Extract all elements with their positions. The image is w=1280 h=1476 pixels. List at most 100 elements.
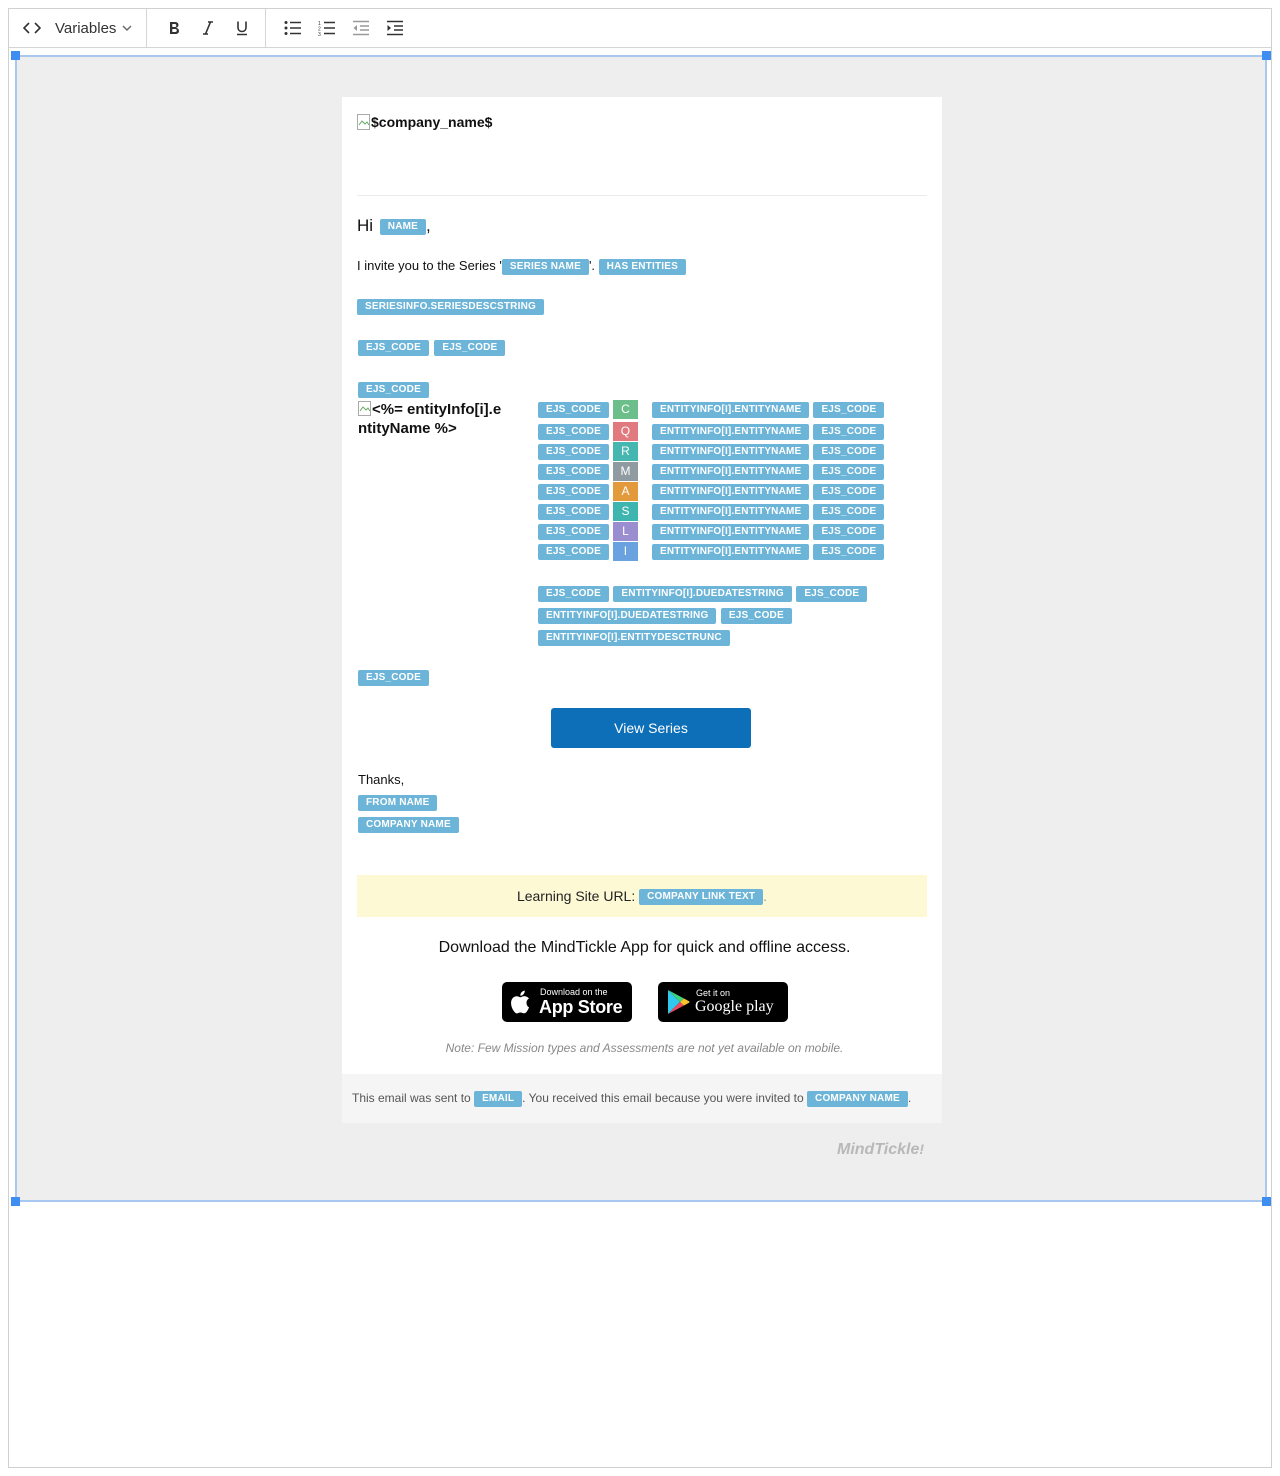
thanks-text: Thanks,: [358, 772, 405, 787]
email-footer: This email was sent to EMAIL. You receiv…: [342, 1074, 942, 1123]
bullet-list-icon: [284, 21, 302, 35]
greeting-suffix: ,: [426, 216, 431, 235]
ejs-code-row: EJS_CODE EJS_CODE: [358, 339, 506, 357]
mindtickle-logo: MindTickle!: [837, 1141, 924, 1159]
ejs-code-variable[interactable]: EJS_CODE: [813, 443, 885, 460]
ejs-code-variable[interactable]: EJS_CODE: [358, 339, 429, 356]
entity-row: EJS_CODE R ENTITYINFO[I].ENTITYNAME EJS_COD…: [538, 442, 885, 461]
bullet-list-button[interactable]: [278, 13, 308, 43]
entity-name-variable[interactable]: ENTITYINFO[I].ENTITYNAME: [651, 423, 810, 440]
google-play-big-text: Google play: [695, 998, 774, 1015]
invite-prefix: I invite you to the Series ': [357, 258, 502, 273]
entity-type-badge: R: [612, 442, 638, 461]
ejs-code-variable[interactable]: EJS_CODE: [538, 585, 609, 602]
numbered-list-button[interactable]: 123: [312, 13, 342, 43]
ejs-code-variable[interactable]: EJS_CODE: [434, 339, 506, 356]
view-series-button[interactable]: View Series: [551, 708, 751, 748]
company-logo-alt: $company_name$: [371, 114, 493, 130]
google-play-button[interactable]: Get it on Google play: [658, 982, 788, 1022]
learning-site-label: Learning Site URL:: [516, 888, 636, 904]
name-variable[interactable]: NAME: [379, 218, 427, 235]
entity-row: EJS_CODE L ENTITYINFO[I].ENTITYNAME EJS_COD…: [538, 522, 885, 541]
bold-button[interactable]: [159, 13, 189, 43]
has-entities-variable[interactable]: HAS ENTITIES: [598, 258, 686, 275]
entity-name-variable[interactable]: ENTITYINFO[I].ENTITYNAME: [651, 443, 810, 460]
greeting-prefix: Hi: [357, 216, 374, 235]
toolbar-divider: [146, 9, 148, 47]
ejs-code-variable[interactable]: EJS_CODE: [813, 523, 885, 540]
entity-type-badge: I: [612, 542, 638, 561]
broken-image-icon: [358, 401, 371, 416]
email-variable[interactable]: EMAIL: [474, 1090, 523, 1107]
ejs-code-variable[interactable]: EJS_CODE: [538, 423, 609, 440]
ejs-code-variable[interactable]: EJS_CODE: [538, 401, 609, 418]
entity-row: EJS_CODE Q ENTITYINFO[I].ENTITYNAME EJS_COD…: [538, 422, 885, 441]
entity-name-variable[interactable]: ENTITYINFO[I].ENTITYNAME: [651, 503, 810, 520]
ejs-code-row: EJS_CODE: [358, 669, 429, 687]
ejs-code-variable[interactable]: EJS_CODE: [358, 669, 429, 686]
outdent-button[interactable]: [346, 13, 376, 43]
entity-type-badge: M: [612, 462, 638, 481]
ejs-code-variable[interactable]: EJS_CODE: [538, 503, 609, 520]
ejs-code-variable[interactable]: EJS_CODE: [813, 401, 885, 418]
code-view-button[interactable]: [17, 13, 47, 43]
entity-name-variable[interactable]: ENTITYINFO[I].ENTITYNAME: [651, 523, 810, 540]
entity-row: EJS_CODE C ENTITYINFO[I].ENTITYNAME EJS_COD…: [538, 400, 885, 419]
entity-name-variable[interactable]: ENTITYINFO[I].ENTITYNAME: [651, 463, 810, 480]
entity-type-badge: C: [612, 400, 638, 419]
ejs-code-variable[interactable]: EJS_CODE: [720, 607, 792, 624]
ejs-code-variable[interactable]: EJS_CODE: [538, 483, 609, 500]
ejs-code-variable[interactable]: EJS_CODE: [813, 423, 885, 440]
company-name-variable[interactable]: COMPANY NAME: [358, 816, 459, 833]
app-store-big-text: App Store: [539, 997, 623, 1017]
ejs-code-variable[interactable]: EJS_CODE: [813, 503, 885, 520]
apple-icon: [511, 990, 530, 1014]
entity-type-badge: S: [612, 502, 638, 521]
ejs-code-variable[interactable]: EJS_CODE: [538, 443, 609, 460]
underline-button[interactable]: [227, 13, 257, 43]
ejs-code-row: EJS_CODE: [358, 381, 429, 399]
signature-company: COMPANY NAME: [358, 816, 459, 834]
entity-name-variable[interactable]: ENTITYINFO[I].ENTITYNAME: [651, 543, 810, 560]
due-date-variable[interactable]: ENTITYINFO[I].DUEDATESTRING: [538, 607, 717, 624]
learning-site-banner: Learning Site URL: COMPANY LINK TEXT.: [357, 875, 927, 917]
entity-name-variable[interactable]: ENTITYINFO[I].ENTITYNAME: [651, 401, 810, 418]
series-name-variable[interactable]: SERIES NAME: [501, 258, 589, 275]
ejs-code-variable[interactable]: EJS_CODE: [538, 523, 609, 540]
download-text: Download the MindTickle App for quick an…: [438, 939, 851, 956]
indent-button[interactable]: [380, 13, 410, 43]
resize-handle-bottom-left[interactable]: [11, 1197, 20, 1206]
company-name-variable[interactable]: COMPANY NAME: [807, 1090, 908, 1107]
entity-desc-variable[interactable]: ENTITYINFO[I].ENTITYDESCTRUNC: [538, 629, 730, 646]
due-date-variable[interactable]: ENTITYINFO[I].DUEDATESTRING: [613, 585, 792, 602]
entity-row: EJS_CODE S ENTITYINFO[I].ENTITYNAME EJS_COD…: [538, 502, 885, 521]
italic-icon: [203, 21, 214, 35]
app-store-small-text: Download on the: [540, 987, 608, 997]
italic-button[interactable]: [193, 13, 223, 43]
ejs-code-variable[interactable]: EJS_CODE: [796, 585, 868, 602]
series-desc-variable[interactable]: SERIESINFO.SERIESDESCSTRING: [357, 298, 544, 315]
ejs-code-variable[interactable]: EJS_CODE: [538, 463, 609, 480]
variables-dropdown[interactable]: Variables: [47, 13, 138, 43]
resize-handle-top-right[interactable]: [1262, 51, 1271, 60]
app-store-button[interactable]: Download on the App Store: [502, 982, 632, 1022]
from-name-variable[interactable]: FROM NAME: [358, 794, 438, 811]
greeting: Hi NAME,: [357, 216, 431, 236]
code-icon: [23, 22, 41, 34]
rich-text-editor: Variables 123 $company_name$ Hi NAME , I…: [8, 8, 1272, 1468]
entity-desc-row: ENTITYINFO[I].ENTITYDESCTRUNC: [538, 629, 730, 647]
ejs-code-variable[interactable]: EJS_CODE: [538, 543, 609, 560]
footer-prefix: This email was sent to: [352, 1091, 471, 1105]
entity-name-variable[interactable]: ENTITYINFO[I].ENTITYNAME: [651, 483, 810, 500]
ejs-code-variable[interactable]: EJS_CODE: [813, 483, 885, 500]
brand-text: MindTickle: [837, 1141, 920, 1158]
editor-canvas[interactable]: $company_name$ Hi NAME, I invite you to …: [11, 51, 1271, 1206]
resize-handle-bottom-right[interactable]: [1262, 1197, 1271, 1206]
header-divider: [357, 195, 927, 196]
company-link-variable[interactable]: COMPANY LINK TEXT: [639, 889, 764, 906]
resize-handle-top-left[interactable]: [11, 51, 20, 60]
ejs-code-variable[interactable]: EJS_CODE: [813, 543, 885, 560]
due-date-row: EJS_CODE ENTITYINFO[I].DUEDATESTRING EJS…: [538, 585, 868, 603]
ejs-code-variable[interactable]: EJS_CODE: [358, 381, 429, 398]
ejs-code-variable[interactable]: EJS_CODE: [813, 463, 885, 480]
